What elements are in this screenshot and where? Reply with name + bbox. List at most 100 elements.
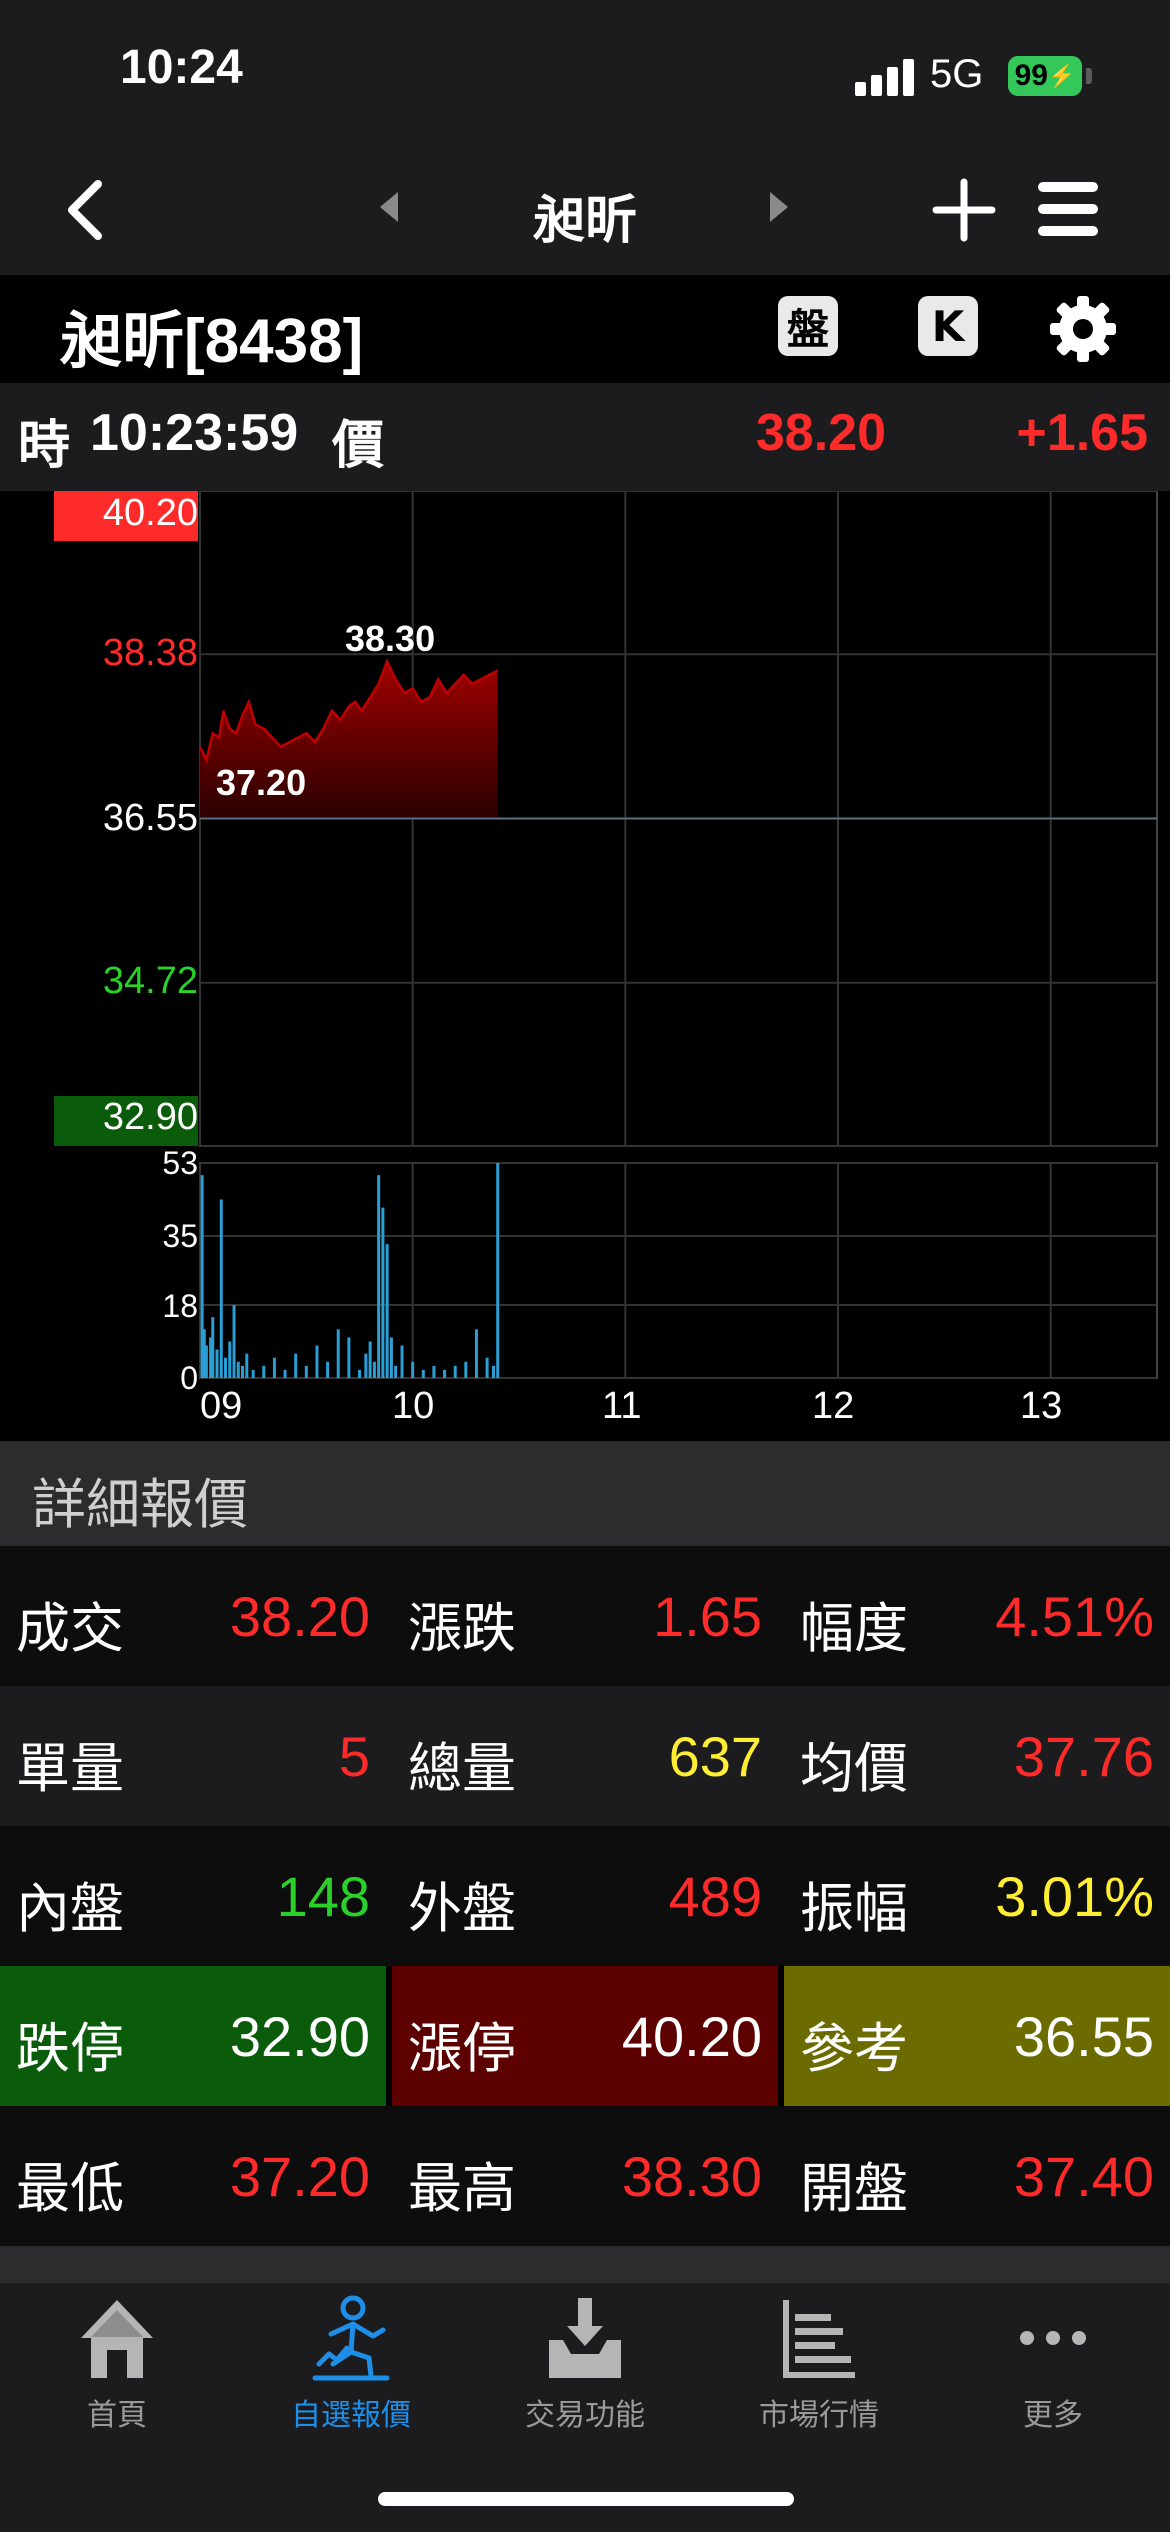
volume-plot-frame bbox=[199, 1162, 1158, 1379]
quote-time: 10:23:59 bbox=[90, 404, 299, 462]
detail-cell: 最高 38.30 bbox=[392, 2106, 778, 2246]
detail-value: 38.30 bbox=[621, 2145, 762, 2208]
tab-home[interactable]: 首頁 bbox=[0, 2290, 234, 2440]
volume-bar bbox=[474, 1329, 478, 1378]
last-price: 38.20 bbox=[755, 404, 886, 462]
volume-bar bbox=[364, 1353, 368, 1378]
volume-bar bbox=[245, 1353, 249, 1378]
detail-value: 38.20 bbox=[229, 1585, 370, 1648]
volume-tick-label: 18 bbox=[162, 1288, 198, 1324]
y-tick-label: 32.90 bbox=[102, 1096, 198, 1138]
volume-bar bbox=[358, 1369, 361, 1378]
volume-bar bbox=[347, 1337, 351, 1378]
detail-value: 148 bbox=[276, 1865, 370, 1928]
detail-row: 跌停 32.90 漲停 40.20 參考 36.55 bbox=[0, 1966, 1170, 2106]
volume-bar bbox=[443, 1369, 447, 1378]
detail-cell: 開盤 37.40 bbox=[784, 2106, 1170, 2246]
detail-label: 均價 bbox=[800, 1737, 908, 1800]
detail-cell: 振幅 3.01% bbox=[784, 1826, 1170, 1966]
detail-value: 32.90 bbox=[229, 2005, 370, 2068]
detail-cell: 參考 36.55 bbox=[784, 1966, 1170, 2106]
volume-bar bbox=[381, 1207, 385, 1378]
volume-bar bbox=[491, 1365, 495, 1378]
settings-gear-icon[interactable] bbox=[1048, 294, 1118, 364]
menu-icon[interactable] bbox=[1036, 178, 1100, 240]
detail-row: 內盤 148 外盤 489 振幅 3.01% bbox=[0, 1826, 1170, 1966]
y-tick-label: 34.72 bbox=[102, 960, 198, 1002]
tab-label: 自選報價 bbox=[291, 2398, 411, 2433]
volume-bar bbox=[251, 1369, 255, 1378]
detail-value: 637 bbox=[668, 1725, 762, 1788]
volume-bar bbox=[394, 1365, 398, 1378]
volume-bar bbox=[400, 1345, 404, 1378]
detail-cell: 幅度 4.51% bbox=[784, 1546, 1170, 1686]
tab-watchlist[interactable]: 自選報價 bbox=[234, 2290, 468, 2440]
detail-label: 外盤 bbox=[408, 1877, 516, 1940]
volume-bar bbox=[464, 1361, 468, 1378]
order-book-button[interactable]: 盤 bbox=[778, 296, 838, 356]
stock-title: 昶昕[8438] bbox=[60, 307, 364, 376]
volume-bar bbox=[219, 1199, 223, 1378]
detail-value: 1.65 bbox=[653, 1585, 762, 1648]
add-icon[interactable] bbox=[932, 178, 996, 242]
volume-tick-label: 35 bbox=[162, 1218, 198, 1254]
tab-trade[interactable]: 交易功能 bbox=[468, 2290, 702, 2440]
x-tick-label: 09 bbox=[200, 1385, 243, 1427]
detail-value: 3.01% bbox=[995, 1865, 1154, 1928]
detail-value: 489 bbox=[668, 1865, 762, 1928]
battery-icon: 99 ⚡ bbox=[1008, 56, 1082, 96]
network-type: 5G bbox=[930, 52, 984, 96]
volume-bar bbox=[326, 1361, 330, 1378]
market-bars-icon bbox=[783, 2300, 855, 2378]
volume-bar bbox=[453, 1365, 457, 1378]
volume-tick-label: 53 bbox=[162, 1145, 198, 1181]
detail-cell: 外盤 489 bbox=[392, 1826, 778, 1966]
battery-cap bbox=[1086, 68, 1092, 84]
k-chart-button[interactable]: K bbox=[918, 296, 978, 356]
nav-title: 昶昕 bbox=[532, 191, 637, 251]
back-icon[interactable] bbox=[60, 178, 110, 242]
detail-cell: 總量 637 bbox=[392, 1686, 778, 1826]
detail-cell: 最低 37.20 bbox=[0, 2106, 386, 2246]
volume-bar bbox=[368, 1341, 372, 1378]
volume-bar bbox=[496, 1163, 500, 1378]
volume-bar bbox=[389, 1337, 393, 1378]
price-change: +1.65 bbox=[1016, 404, 1148, 462]
next-stock-icon[interactable] bbox=[768, 190, 792, 224]
home-indicator bbox=[378, 2492, 794, 2506]
volume-bar bbox=[385, 1244, 389, 1378]
volume-bar bbox=[283, 1369, 287, 1378]
volume-bar bbox=[485, 1357, 489, 1378]
detail-label: 開盤 bbox=[800, 2157, 908, 2220]
volume-bar bbox=[204, 1345, 208, 1378]
volume-bar bbox=[241, 1365, 245, 1378]
volume-bar bbox=[336, 1329, 340, 1378]
tab-label: 市場行情 bbox=[759, 2398, 879, 2433]
detail-value: 5 bbox=[338, 1725, 370, 1788]
x-tick-label: 11 bbox=[602, 1385, 642, 1427]
volume-bar bbox=[232, 1304, 236, 1378]
detail-cell: 跌停 32.90 bbox=[0, 1966, 386, 2106]
volume-bar bbox=[372, 1361, 376, 1378]
volume-bar bbox=[236, 1361, 240, 1378]
home-icon bbox=[81, 2300, 153, 2378]
tab-market[interactable]: 市場行情 bbox=[702, 2290, 936, 2440]
x-tick-label: 10 bbox=[392, 1385, 435, 1427]
time-prefix-label: 時 bbox=[18, 416, 71, 476]
volume-bar bbox=[315, 1345, 319, 1378]
tab-more[interactable]: 更多 bbox=[936, 2290, 1170, 2440]
detail-label: 振幅 bbox=[800, 1877, 908, 1940]
detail-cell: 均價 37.76 bbox=[784, 1686, 1170, 1826]
detail-label: 成交 bbox=[16, 1597, 124, 1660]
signal-icon bbox=[855, 58, 917, 96]
volume-tick-label: 0 bbox=[180, 1360, 198, 1396]
status-time: 10:24 bbox=[120, 41, 243, 94]
detail-value: 37.40 bbox=[1013, 2145, 1154, 2208]
price-label: 價 bbox=[332, 416, 385, 476]
next-section-header bbox=[0, 2246, 1170, 2283]
tab-label: 首頁 bbox=[87, 2398, 147, 2433]
prev-stock-icon[interactable] bbox=[376, 190, 400, 224]
volume-bar bbox=[432, 1365, 436, 1378]
x-tick-label: 12 bbox=[812, 1385, 855, 1427]
watchlist-person-icon bbox=[312, 2295, 390, 2381]
